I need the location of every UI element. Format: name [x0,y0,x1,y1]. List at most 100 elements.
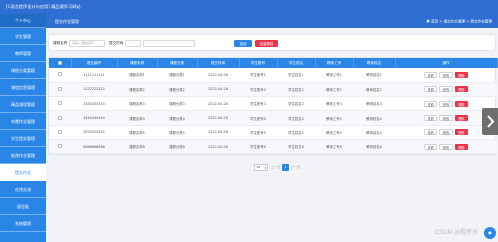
cell-submit-no: 1111111111 [71,68,117,83]
row-checkbox[interactable] [58,101,62,106]
table-row: 5555555555 课程名称5 课程分类5 2022-04-28 学生账号5 … [49,125,497,140]
sidebar-item-personal-center[interactable]: 个人中心 [0,14,46,28]
cell-submit-no: 6666666666 [71,139,117,155]
search-button[interactable]: 查询 [234,39,252,47]
cell-course-name: 课程名称1 [117,68,157,83]
cell-student-account: 学生账号2 [239,82,277,98]
cell-teacher-no: 教师工号6 [315,139,353,155]
cell-actions: 查看 修改 删除 [395,68,497,83]
row-checkbox[interactable] [58,144,62,149]
sidebar-item-message-board[interactable]: 留言板 [0,198,46,215]
chevron-down-icon: ▾ [264,167,266,170]
breadcrumb-text[interactable]: 首页 > 提交作业管理 > 提交作业管理 [431,19,492,23]
sidebar: 个人中心 学生管理 教师管理 课程分类管理 课程信息管理 精品课程管理 布置作业… [0,14,46,242]
select-all-header[interactable] [49,58,72,68]
cell-student-name: 学生姓名5 [277,125,315,140]
cell-submit-no: 5555555555 [71,125,117,140]
cell-student-name: 学生姓名3 [277,96,315,112]
view-button[interactable]: 查看 [423,115,438,122]
row-checkbox[interactable] [58,115,62,120]
cell-submit-no: 2222222222 [71,82,117,98]
cell-course-category: 课程分类3 [157,96,197,112]
col-header-submit-time: 提交时间 [197,58,240,68]
sidebar-item-students[interactable]: 学生管理 [0,28,46,45]
cell-course-category: 课程分类6 [157,139,197,155]
view-button[interactable]: 查看 [423,86,438,93]
page-title: 提交作业管理 [55,19,79,24]
edit-button[interactable]: 修改 [439,100,453,107]
cell-student-account: 学生账号6 [239,139,277,155]
page-header: 提交作业管理 首页 > 提交作业管理 > 提交作业管理 [46,14,498,28]
page-number-current[interactable]: 1 [282,164,289,171]
view-button[interactable]: 查看 [423,143,438,150]
cell-student-account: 学生账号4 [239,110,277,126]
delete-button[interactable]: 删除 [454,143,469,150]
view-button[interactable]: 查看 [423,100,438,107]
delete-button[interactable]: 删除 [454,100,469,107]
submission-table: 提交编号 课程名称 课程分类 提交时间 学生账号 学生姓名 教师工号 教师姓名 … [48,57,498,156]
cell-student-name: 学生姓名4 [277,110,315,126]
sidebar-item-teachers[interactable]: 教师管理 [0,45,46,62]
sidebar-item-system[interactable]: 系统管理 [0,215,46,232]
col-header-submit-no: 提交编号 [71,58,118,68]
edit-button[interactable]: 修改 [439,143,453,150]
view-button[interactable]: 查看 [423,129,438,136]
delete-button[interactable]: 删除 [454,86,469,93]
bulk-delete-button[interactable]: 批量删除 [255,39,278,47]
cell-actions: 查看 修改 删除 [395,139,497,155]
cell-course-name: 课程名称2 [117,82,157,98]
sidebar-item-online-chat[interactable]: 在线交流 [0,181,46,198]
delete-button[interactable]: 删除 [454,115,469,122]
sidebar-item-course-info[interactable]: 课程信息管理 [0,79,46,96]
edit-button[interactable]: 修改 [439,129,453,136]
course-name-input[interactable] [69,39,105,47]
row-checkbox[interactable] [58,86,62,91]
prev-page-button[interactable]: 上一页 [271,164,281,171]
select-all-checkbox[interactable] [57,60,62,65]
next-page-button[interactable]: 下一页 [291,164,301,171]
cell-submit-time: 2022-04-28 [197,96,239,112]
cell-teacher-no: 教师工号2 [315,82,353,98]
sidebar-item-student-submissions[interactable]: 学生提交管理 [0,130,46,147]
cell-course-name: 课程名称4 [117,110,157,126]
corner-badge-icon[interactable]: ● [484,227,496,239]
table-row: 2222222222 课程名称2 课程分类2 2022-04-28 学生账号2 … [49,82,497,98]
col-header-teacher-no: 教师工号 [315,58,354,68]
delete-button[interactable]: 删除 [454,71,469,78]
search-bar: 课程名称 提交时间 查询 批量删除 [48,34,496,51]
sidebar-item-grade-homework[interactable]: 批改作业管理 [0,147,46,164]
edit-button[interactable]: 修改 [439,71,453,78]
delete-button[interactable]: 删除 [454,129,469,136]
col-header-course-name: 课程名称 [117,58,158,68]
cell-student-name: 学生姓名2 [277,82,315,98]
page-size-value: 10 [256,165,261,169]
cell-course-category: 课程分类4 [157,110,197,126]
edit-button[interactable]: 修改 [439,86,453,93]
cell-teacher-no: 教师工号3 [315,96,353,112]
cell-submit-time: 2022-04-28 [197,110,239,126]
submit-time-start-input[interactable] [125,39,141,47]
row-checkbox[interactable] [58,129,62,134]
cell-course-name: 课程名称5 [117,125,157,140]
cell-submit-time: 2022-04-28 [197,125,239,140]
page-size-select[interactable]: 10 ▾ [254,164,268,171]
view-button[interactable]: 查看 [423,71,438,78]
table-row: 1111111111 课程名称1 课程分类1 2022-04-28 学生账号1 … [49,68,497,83]
col-header-student-name: 学生姓名 [277,58,316,68]
cell-submit-no: 3333333333 [71,96,117,112]
cell-teacher-name: 教师姓名3 [353,96,395,112]
table-row: 3333333333 课程名称3 课程分类3 2022-04-28 学生账号3 … [49,96,497,112]
sidebar-item-assign-homework[interactable]: 布置作业管理 [0,113,46,130]
sidebar-item-course-category[interactable]: 课程分类管理 [0,62,46,79]
sidebar-item-premium-course[interactable]: 精品课程管理 [0,96,46,113]
cell-course-name: 课程名称6 [117,139,157,155]
next-slide-button[interactable] [482,108,498,135]
submit-time-end-input[interactable] [143,39,195,47]
table-row: 6666666666 课程名称6 课程分类6 2022-04-28 学生账号6 … [49,139,497,155]
edit-button[interactable]: 修改 [439,115,453,122]
home-icon[interactable] [426,19,430,23]
sidebar-item-submit-homework[interactable]: 提交作业 [0,164,46,181]
row-checkbox[interactable] [58,72,62,77]
cell-course-category: 课程分类2 [157,82,197,98]
cell-teacher-no: 教师工号5 [315,125,353,140]
